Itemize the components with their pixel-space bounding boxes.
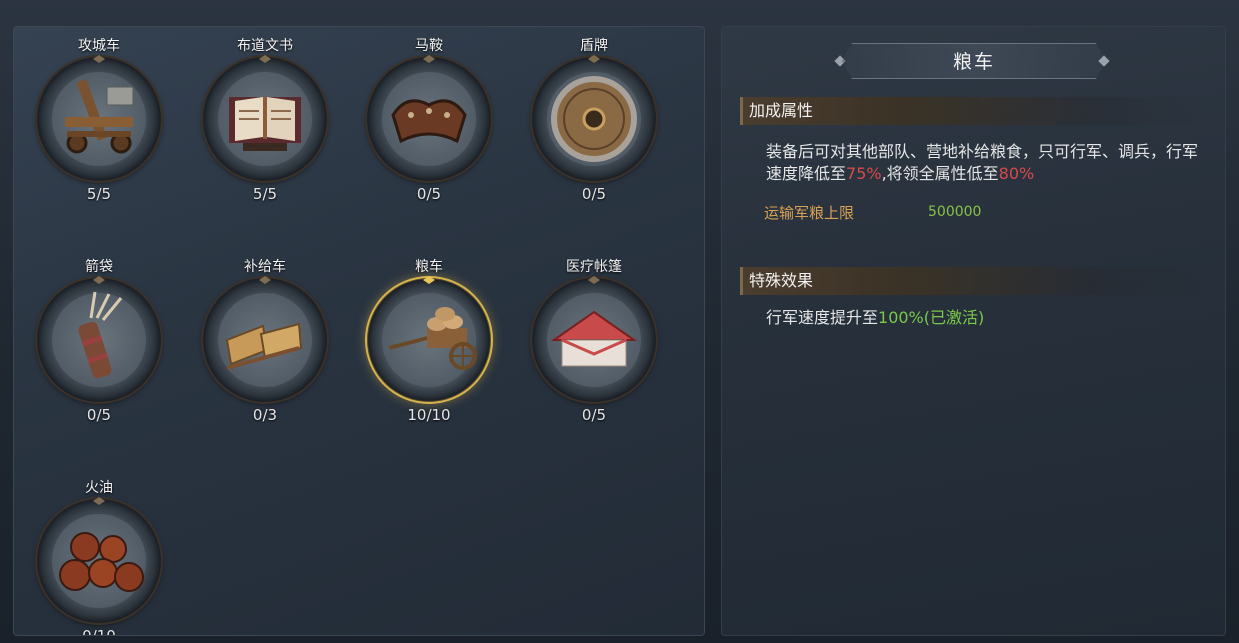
equipment-count: 0/10 (82, 627, 116, 636)
equipment-detail-panel: 粮车 加成属性 装备后可对其他部队、营地补给粮食，只可行军、调兵，行军速度降低至… (721, 26, 1226, 636)
equipment-frame (367, 55, 491, 181)
equipment-slot-shield[interactable]: 盾牌 0/5 (524, 37, 664, 203)
equipment-name: 粮车 (415, 259, 443, 275)
equipment-count: 0/3 (252, 406, 278, 424)
equipment-frame-selected (367, 276, 491, 402)
grain-cart-icon (388, 307, 477, 370)
equipment-count: 0/5 (581, 185, 607, 203)
equipment-slot-scripture-book[interactable]: 布道文书 5/5 (195, 37, 335, 203)
equipment-frame (37, 497, 161, 623)
equipment-frame (532, 276, 656, 402)
equipment-name: 盾牌 (580, 38, 608, 54)
equipment-count: 5/5 (252, 185, 278, 203)
equipment-count: 0/5 (86, 406, 112, 424)
grain-capacity-label: 运输军粮上限 (764, 204, 855, 222)
equipment-name: 攻城车 (78, 38, 120, 54)
oil-jars-icon (59, 532, 144, 592)
equipment-frame (37, 276, 161, 402)
bonus-attributes-header: 加成属性 (740, 97, 1210, 125)
equipment-name: 布道文书 (237, 38, 293, 54)
detail-title: 粮车 (842, 43, 1106, 79)
speed-penalty-value: 75% (846, 164, 882, 183)
equipment-count: 5/5 (86, 185, 112, 203)
equipment-slot-quiver[interactable]: 箭袋 0/5 (29, 258, 169, 424)
equipment-frame (37, 55, 161, 181)
equipment-frame (203, 276, 327, 402)
saddle-icon (391, 99, 467, 144)
equipment-slot-oil-jars[interactable]: 火油 0/10 (29, 479, 169, 636)
special-effect-header: 特殊效果 (740, 267, 1210, 295)
equipment-name: 马鞍 (415, 38, 443, 54)
equipment-frame (203, 55, 327, 181)
siege-ram-icon (65, 79, 134, 154)
bonus-description: 装备后可对其他部队、营地补给粮食，只可行军、调兵，行军速度降低至75%,将领全属… (766, 142, 1199, 183)
special-effect-description: 行军速度提升至100%(已激活) (766, 308, 985, 327)
scripture-book-icon (229, 97, 301, 151)
equipment-slot-saddle[interactable]: 马鞍 0/5 (359, 37, 499, 203)
medical-tent-icon (550, 310, 638, 367)
grain-capacity-value: 500000 (928, 204, 982, 220)
equipment-count: 0/5 (416, 185, 442, 203)
equipment-name: 医疗帐篷 (566, 259, 622, 275)
equipment-name: 火油 (85, 480, 113, 496)
attribute-penalty-value: 80% (998, 164, 1035, 183)
equipment-grid-panel: 攻城车 5/5 布道文书 5/5 马鞍 0/5 盾牌 0/5 箭袋 0/5 补给… (13, 26, 705, 636)
equipment-name: 箭袋 (85, 259, 113, 275)
special-effect-value: 100%(已激活) (878, 308, 985, 327)
equipment-name: 补给车 (244, 259, 286, 275)
equipment-frame (532, 55, 656, 181)
quiver-icon (78, 291, 123, 379)
equipment-count: 0/5 (581, 406, 607, 424)
equipment-slot-medical-tent[interactable]: 医疗帐篷 0/5 (524, 258, 664, 424)
equipment-count: 10/10 (407, 406, 451, 424)
game-screen: 攻城车 5/5 布道文书 5/5 马鞍 0/5 盾牌 0/5 箭袋 0/5 补给… (0, 0, 1239, 643)
supply-cart-icon (225, 322, 303, 370)
equipment-slot-siege-ram[interactable]: 攻城车 5/5 (29, 37, 169, 203)
equipment-slot-grain-cart[interactable]: 粮车 10/10 (359, 258, 499, 424)
shield-icon (551, 76, 637, 162)
equipment-slot-supply-cart[interactable]: 补给车 0/3 (195, 258, 335, 424)
